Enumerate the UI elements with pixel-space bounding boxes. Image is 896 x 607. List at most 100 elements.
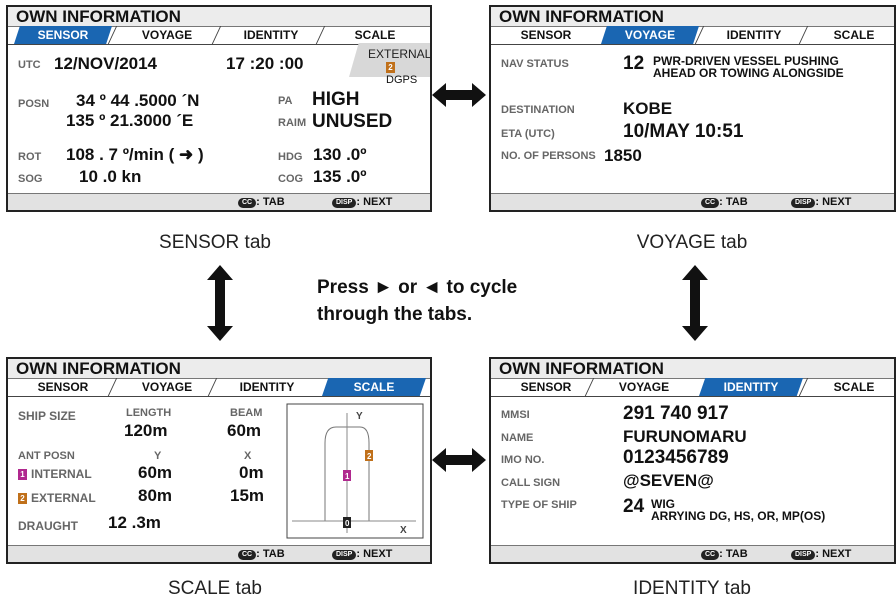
destination-value: KOBE xyxy=(623,99,673,118)
beam-label: BEAM xyxy=(230,407,263,419)
imo-value: 0123456789 xyxy=(623,447,729,468)
tab-bar: SENSOR VOYAGE IDENTITY SCALE xyxy=(8,26,430,45)
draught-value: 12 .3m xyxy=(108,513,161,532)
dgps-source: 2DGPS xyxy=(386,62,430,86)
disp-key-icon: DISP xyxy=(791,198,816,208)
internal-x-value: 0m xyxy=(239,463,264,482)
imo-label: IMO NO. xyxy=(501,454,545,466)
hdg-value: 130 .0º xyxy=(313,145,367,164)
external-badge: 2 xyxy=(18,493,27,504)
utc-time: 17 :20 :00 xyxy=(226,54,304,73)
cog-value: 135 .0º xyxy=(313,167,367,186)
cc-key-icon: CC xyxy=(238,550,257,560)
next-hint: DISP: NEXT xyxy=(791,548,851,560)
disp-key-icon: DISP xyxy=(332,198,357,208)
arrow-left-vertical-icon xyxy=(207,265,233,341)
tab-bar: SENSOR VOYAGE IDENTITY SCALE xyxy=(491,378,894,397)
sog-label: SOG xyxy=(18,173,43,185)
internal-row-label: 1 INTERNAL xyxy=(18,467,92,481)
eta-value: 10/MAY 10:51 xyxy=(623,121,744,142)
pa-value: HIGH xyxy=(312,89,360,110)
call-sign-label: CALL SIGN xyxy=(501,477,561,489)
tab-scale[interactable]: SCALE xyxy=(809,26,896,44)
internal-marker-label: 1 xyxy=(345,472,350,481)
disp-key-icon: DISP xyxy=(332,550,357,560)
raim-label: RAIM xyxy=(278,117,307,129)
tab-voyage[interactable]: VOYAGE xyxy=(595,378,693,396)
mmsi-label: MMSI xyxy=(501,409,530,421)
external-label: EXTERNAL xyxy=(368,47,432,61)
tab-hint: CC: TAB xyxy=(238,548,285,560)
tab-sensor[interactable]: SENSOR xyxy=(14,26,112,44)
sensor-screen: OWN INFORMATION SENSOR VOYAGE IDENTITY S… xyxy=(6,5,432,212)
cycle-instruction: Press ► or ◄ to cycle through the tabs. xyxy=(317,274,517,328)
arrow-top-horizontal-icon xyxy=(432,83,486,107)
type-code: 24 xyxy=(623,496,645,517)
longitude-value: 135 º 21.3000 ´E xyxy=(66,111,194,130)
tab-scale[interactable]: SCALE xyxy=(326,26,424,44)
tab-bar: SENSOR VOYAGE IDENTITY SCALE xyxy=(8,378,430,397)
next-hint: DISP: NEXT xyxy=(791,196,851,208)
tab-voyage[interactable]: VOYAGE xyxy=(118,26,216,44)
disp-key-icon: DISP xyxy=(791,550,816,560)
rot-label: ROT xyxy=(18,151,42,163)
internal-y-value: 60m xyxy=(138,463,173,482)
tab-sensor[interactable]: SENSOR xyxy=(497,378,595,396)
nav-status-text-2: AHEAD OR TOWING ALONGSIDE xyxy=(653,66,844,80)
type-of-ship-label: TYPE OF SHIP xyxy=(501,499,577,511)
ship-size-label: SHIP SIZE xyxy=(18,409,76,423)
ship-diagram: Y X 1 2 0 xyxy=(286,403,424,539)
cog-label: COG xyxy=(278,173,304,185)
tab-sensor[interactable]: SENSOR xyxy=(14,378,112,396)
eta-label: ETA (UTC) xyxy=(501,128,555,140)
instruction-line-2: through the tabs. xyxy=(317,304,473,325)
tab-bar: SENSOR VOYAGE IDENTITY SCALE xyxy=(491,26,894,45)
sog-value: 10 .0 kn xyxy=(79,167,142,186)
screen-footer: CC: TAB DISP: NEXT xyxy=(491,193,894,210)
name-value: FURUNOMARU xyxy=(623,427,747,446)
identity-caption: IDENTITY tab xyxy=(633,578,751,599)
tab-sensor[interactable]: SENSOR xyxy=(497,26,595,44)
diagram-x-label: X xyxy=(400,525,407,536)
tab-scale[interactable]: SCALE xyxy=(809,378,896,396)
utc-label: UTC xyxy=(18,59,41,71)
tab-identity[interactable]: IDENTITY xyxy=(218,378,316,396)
tab-scale[interactable]: SCALE xyxy=(322,378,426,396)
dgps-label: DGPS xyxy=(386,74,418,86)
screen-footer: CC: TAB DISP: NEXT xyxy=(491,545,894,562)
voyage-caption: VOYAGE tab xyxy=(636,232,748,253)
persons-label: NO. OF PERSONS xyxy=(501,150,596,162)
scale-caption: SCALE tab xyxy=(168,578,262,599)
hdg-label: HDG xyxy=(278,151,303,163)
tab-identity[interactable]: IDENTITY xyxy=(222,26,320,44)
persons-value: 1850 xyxy=(604,146,642,165)
external-badge: 2 xyxy=(386,62,395,73)
cc-key-icon: CC xyxy=(701,198,720,208)
sensor-caption: SENSOR tab xyxy=(159,232,271,253)
ant-x-label: X xyxy=(244,450,252,462)
tab-identity[interactable]: IDENTITY xyxy=(705,26,803,44)
screen-footer: CC: TAB DISP: NEXT xyxy=(8,545,430,562)
tab-hint: CC: TAB xyxy=(701,196,748,208)
tab-identity[interactable]: IDENTITY xyxy=(699,378,803,396)
instruction-line-1: Press ► or ◄ to cycle xyxy=(317,277,518,298)
draught-label: DRAUGHT xyxy=(18,519,78,533)
call-sign-value: @SEVEN@ xyxy=(623,471,714,490)
posn-label: POSN xyxy=(18,98,50,110)
beam-value: 60m xyxy=(227,421,262,440)
external-row-label: 2 EXTERNAL xyxy=(18,491,96,505)
tab-voyage[interactable]: VOYAGE xyxy=(601,26,699,44)
ant-posn-label: ANT POSN xyxy=(18,450,75,462)
identity-screen: OWN INFORMATION SENSOR VOYAGE IDENTITY S… xyxy=(489,357,896,564)
external-marker-label: 2 xyxy=(367,452,372,461)
tab-voyage[interactable]: VOYAGE xyxy=(118,378,216,396)
screen-title: OWN INFORMATION xyxy=(8,359,430,379)
type-text-2: ARRYING DG, HS, OR, MP(OS) xyxy=(651,509,826,523)
cc-key-icon: CC xyxy=(701,550,720,560)
screen-title: OWN INFORMATION xyxy=(491,7,894,27)
next-hint: DISP: NEXT xyxy=(332,196,392,208)
nav-status-label: NAV STATUS xyxy=(501,58,569,70)
rot-value: 108 . 7 º/min ( ➜ ) xyxy=(66,145,204,164)
ant-y-label: Y xyxy=(154,450,162,462)
length-label: LENGTH xyxy=(126,407,172,419)
